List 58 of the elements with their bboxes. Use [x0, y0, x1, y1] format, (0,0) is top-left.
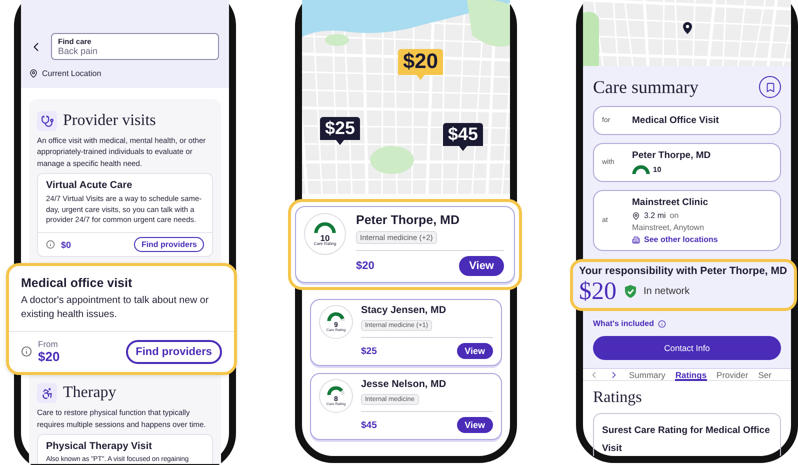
tab[interactable]: Provider [716, 370, 748, 380]
contact-info-button[interactable]: Contact Info [593, 336, 781, 360]
card-description: A doctor's appointment to talk about new or existing health issues. [21, 294, 210, 322]
section-title: Ratings [593, 389, 643, 407]
bookmark-button[interactable] [759, 76, 781, 98]
rating-card-title: Surest Care Rating for Medical Office Visit [602, 425, 770, 454]
provider-name: Jesse Nelson, MD [361, 379, 448, 390]
section-title: Provider visits [63, 112, 156, 130]
whats-included-link[interactable]: What's included [593, 319, 781, 328]
card-title: Medical office visit [21, 276, 134, 290]
price-text: $20 [38, 349, 61, 364]
summary-value: Medical Office Visit [632, 115, 719, 126]
card-title: Physical Therapy Visit [46, 441, 153, 452]
info-icon [658, 320, 666, 328]
tab[interactable]: Ratings [675, 370, 707, 380]
location-text: Current Location [42, 69, 102, 78]
tab[interactable]: Summary [629, 370, 666, 380]
person-icon [37, 383, 57, 404]
provider-name: Stacy Jensen, MD [361, 305, 448, 316]
view-button[interactable]: View [456, 343, 493, 359]
provider-name: Peter Thorpe, MD [356, 213, 460, 227]
location-pin-icon [632, 212, 640, 220]
card-title: Virtual Acute Care [46, 180, 134, 192]
stethoscope-icon [37, 111, 57, 131]
find-providers-button[interactable]: Find providers [126, 340, 222, 364]
tab[interactable]: Ser [758, 370, 772, 380]
search-input[interactable]: Back pain [58, 46, 212, 56]
distance-suffix: on [670, 211, 679, 220]
provider-name: Peter Thorpe, MD [632, 150, 711, 161]
bookmark-icon [764, 82, 776, 92]
map-pin-icon [683, 22, 692, 34]
view-button[interactable]: View [459, 256, 504, 276]
price-text: $0 [61, 240, 72, 250]
location-pin-icon [29, 69, 38, 78]
rating-gauge-icon [314, 220, 336, 234]
price-text: $25 [361, 346, 377, 356]
rating-gauge-icon [327, 385, 345, 396]
building-icon [632, 236, 640, 244]
info-icon[interactable] [46, 240, 55, 250]
price-text: $20 [356, 260, 374, 272]
price-text: $45 [361, 420, 377, 430]
info-icon[interactable] [21, 346, 32, 358]
section-title: Therapy [63, 384, 116, 402]
network-status: In network [644, 286, 690, 297]
view-button[interactable]: View [456, 417, 493, 433]
shield-check-icon [624, 285, 636, 298]
distance-text: 3.2 mi [644, 211, 666, 220]
rating-gauge-icon [327, 311, 345, 322]
find-providers-button[interactable]: Find providers [134, 237, 204, 252]
price-prefix: From [38, 339, 59, 350]
other-locations-link[interactable]: See other locations [632, 235, 718, 244]
responsibility-title: Your responsibility with Peter Thorpe, MD [579, 265, 788, 277]
summary-title: Care summary [593, 76, 698, 98]
clinic-name: Mainstreet Clinic [632, 197, 710, 208]
amount-text: $20 [579, 279, 616, 304]
rating-number: 10 [320, 234, 330, 242]
address-text: Mainstreet, Anytown [632, 223, 706, 232]
rating-gauge-icon [632, 164, 650, 175]
